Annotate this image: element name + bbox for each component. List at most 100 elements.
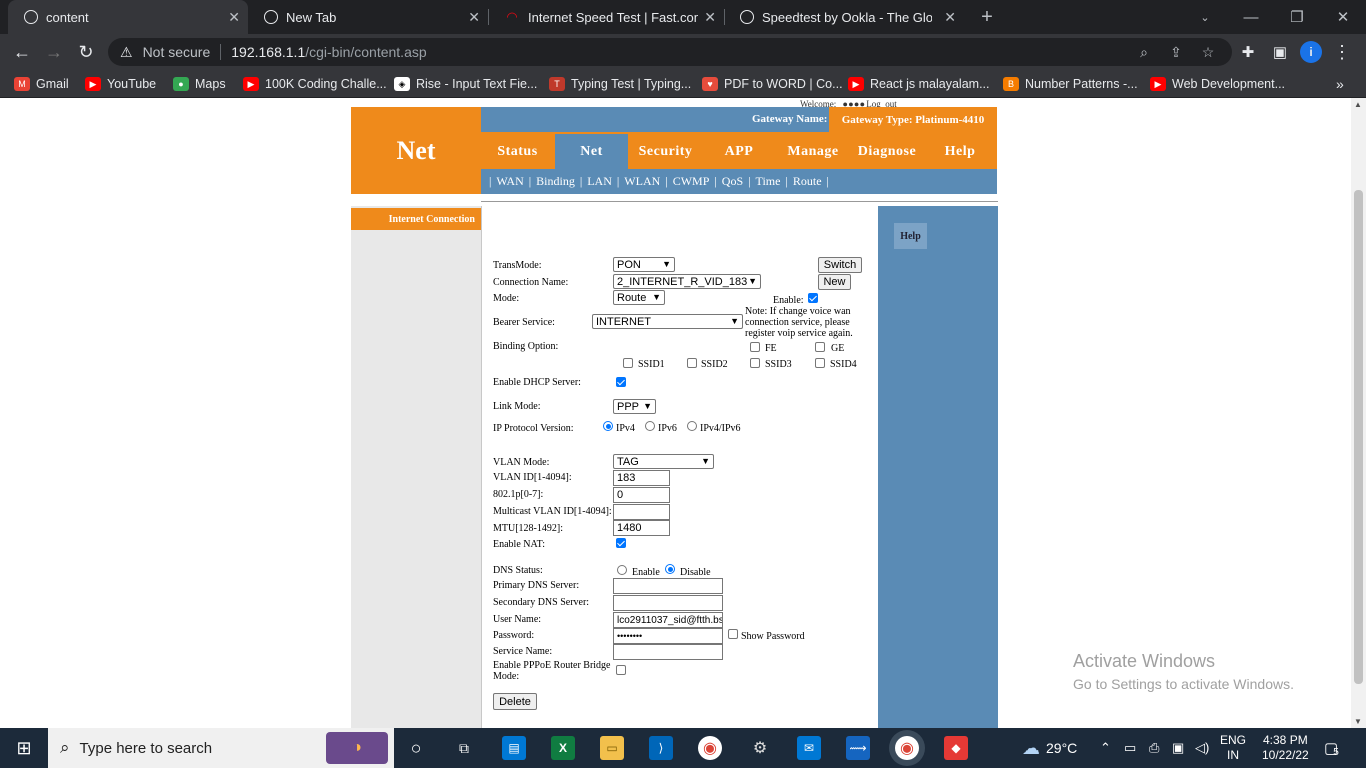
pinned-app-icon[interactable]: ⟿ <box>846 736 870 760</box>
link-mode-select[interactable]: PPP ▼ <box>613 399 656 414</box>
restore-icon[interactable]: ❐ <box>1274 0 1320 34</box>
left-nav-internet-connection[interactable]: Internet Connection <box>351 208 485 230</box>
multicast-vlan-input[interactable] <box>613 504 670 520</box>
transmode-select[interactable]: PON ▼ <box>613 257 675 272</box>
tab-fast-com[interactable]: ◠ Internet Speed Test | Fast.com ✕ <box>488 0 724 34</box>
username-input[interactable]: lco2911037_sid@ftth.bs <box>613 612 723 628</box>
share-icon[interactable]: ⇪ <box>1162 38 1190 66</box>
anydesk-icon[interactable]: ◆ <box>944 736 968 760</box>
p8021-input[interactable]: 0 <box>613 487 670 503</box>
vlan-id-input[interactable]: 183 <box>613 470 670 486</box>
halloween-search-highlight-icon[interactable]: ◑ <box>326 732 388 764</box>
mtu-input[interactable]: 1480 <box>613 520 670 536</box>
windows-start-icon[interactable]: ⊞ <box>12 736 36 760</box>
tab-new-tab[interactable]: New Tab ✕ <box>248 0 488 34</box>
password-input[interactable]: •••••••• <box>613 628 723 644</box>
binding-ssid4-checkbox[interactable] <box>815 358 825 368</box>
secondary-dns-input[interactable] <box>613 595 723 611</box>
menu-icon[interactable]: ⋮ <box>1330 40 1354 64</box>
back-icon[interactable]: ← <box>10 40 34 64</box>
submenu-wlan[interactable]: WLAN <box>624 174 660 189</box>
network-icon[interactable]: ▣ <box>1172 728 1184 768</box>
bookmark-youtube[interactable]: ▶ YouTube <box>85 75 156 93</box>
bookmark-pdf-to-word[interactable]: ♥ PDF to WORD | Co... <box>702 75 843 93</box>
bookmark-gmail[interactable]: M Gmail <box>14 75 69 93</box>
scroll-down-icon[interactable]: ▼ <box>1354 717 1362 726</box>
store-icon[interactable]: ▤ <box>502 736 526 760</box>
new-button[interactable]: New <box>818 274 851 290</box>
scroll-up-icon[interactable]: ▲ <box>1354 100 1362 109</box>
weather-widget[interactable]: ☁ 29°C <box>1022 728 1077 768</box>
close-icon[interactable]: ✕ <box>944 9 956 26</box>
tab-search-icon[interactable]: ⌄ <box>1182 0 1228 34</box>
bookmark-react-js[interactable]: ▶ React js malayalam... <box>848 75 989 93</box>
submenu-time[interactable]: Time <box>756 174 781 189</box>
binding-ssid2-checkbox[interactable] <box>687 358 697 368</box>
delete-button[interactable]: Delete <box>493 693 537 710</box>
volume-icon[interactable]: ◁) <box>1195 728 1209 768</box>
binding-ge-checkbox[interactable] <box>815 342 825 352</box>
language-indicator[interactable]: ENG IN <box>1220 728 1246 768</box>
minimize-icon[interactable]: — <box>1228 0 1274 34</box>
primary-dns-input[interactable] <box>613 578 723 594</box>
side-panel-icon[interactable]: ▣ <box>1268 40 1292 64</box>
file-explorer-icon[interactable]: ▭ <box>600 736 624 760</box>
submenu-qos[interactable]: QoS <box>722 174 743 189</box>
tab-content[interactable]: content ✕ <box>8 0 248 34</box>
menu-help[interactable]: Help <box>940 134 980 169</box>
task-view-icon[interactable]: ⧉ <box>452 736 476 760</box>
omnibox[interactable]: ⚠ Not secure 192.168.1.1 /cgi-bin/conten… <box>108 38 1232 66</box>
more-bookmarks-icon[interactable]: » <box>1336 75 1344 93</box>
bookmark-number-patterns[interactable]: B Number Patterns -... <box>1003 75 1138 93</box>
cortana-icon[interactable]: ○ <box>404 736 428 760</box>
submenu-cwmp[interactable]: CWMP <box>673 174 710 189</box>
forward-icon[interactable]: → <box>42 40 66 64</box>
bookmark-web-development[interactable]: ▶ Web Development... <box>1150 75 1285 93</box>
mode-select[interactable]: Route ▼ <box>613 290 665 305</box>
bookmark-100k-coding[interactable]: ▶ 100K Coding Challe... <box>243 75 387 93</box>
menu-app[interactable]: APP <box>718 134 760 169</box>
service-name-input[interactable] <box>613 644 723 660</box>
show-hidden-icons-icon[interactable]: ⌃ <box>1100 728 1111 768</box>
submenu-binding[interactable]: Binding <box>536 174 575 189</box>
warning-icon[interactable]: ⚠ <box>120 44 133 61</box>
menu-diagnose[interactable]: Diagnose <box>853 134 921 169</box>
clock[interactable]: 4:38 PM 10/22/22 <box>1262 728 1309 768</box>
bearer-service-select[interactable]: INTERNET ▼ <box>592 314 743 329</box>
ipv4-ipv6-radio[interactable] <box>687 421 697 431</box>
pppoe-bridge-checkbox[interactable] <box>616 665 626 675</box>
bookmark-typing-test[interactable]: T Typing Test | Typing... <box>549 75 691 93</box>
extensions-icon[interactable]: ✚ <box>1236 40 1260 64</box>
meet-now-icon[interactable]: ⎙ <box>1149 728 1159 768</box>
submenu-lan[interactable]: LAN <box>587 174 612 189</box>
submenu-route[interactable]: Route <box>793 174 822 189</box>
reload-icon[interactable]: ↻ <box>74 40 98 64</box>
battery-icon[interactable]: ▭ <box>1124 728 1136 768</box>
help-button[interactable]: Help <box>894 223 927 249</box>
new-tab-button[interactable]: + <box>964 0 1010 34</box>
binding-ssid1-checkbox[interactable] <box>623 358 633 368</box>
dns-enable-radio[interactable] <box>617 565 627 575</box>
bookmark-star-icon[interactable]: ☆ <box>1194 38 1222 66</box>
vlan-mode-select[interactable]: TAG ▼ <box>613 454 714 469</box>
ipv4-radio[interactable] <box>603 421 613 431</box>
dhcp-checkbox[interactable] <box>616 377 626 387</box>
binding-fe-checkbox[interactable] <box>750 342 760 352</box>
chrome-active-icon[interactable]: ◉ <box>895 736 919 760</box>
chrome-icon[interactable]: ◉ <box>698 736 722 760</box>
bookmark-rise[interactable]: ◈ Rise - Input Text Fie... <box>394 75 537 93</box>
close-icon[interactable]: ✕ <box>468 9 480 26</box>
ipv6-radio[interactable] <box>645 421 655 431</box>
enable-checkbox[interactable] <box>808 293 818 303</box>
close-icon[interactable]: ✕ <box>704 9 716 26</box>
profile-avatar[interactable]: i <box>1300 41 1322 63</box>
binding-ssid3-checkbox[interactable] <box>750 358 760 368</box>
mail-icon[interactable]: ✉ <box>797 736 821 760</box>
tab-speedtest[interactable]: Speedtest by Ookla - The Global ✕ <box>724 0 964 34</box>
menu-net[interactable]: Net <box>555 134 628 169</box>
nat-checkbox[interactable] <box>616 538 626 548</box>
window-close-icon[interactable]: ✕ <box>1320 0 1366 34</box>
bookmark-maps[interactable]: ● Maps <box>173 75 226 93</box>
notifications-button[interactable]: ▢ 5 <box>1324 728 1339 768</box>
excel-icon[interactable]: X <box>551 736 575 760</box>
